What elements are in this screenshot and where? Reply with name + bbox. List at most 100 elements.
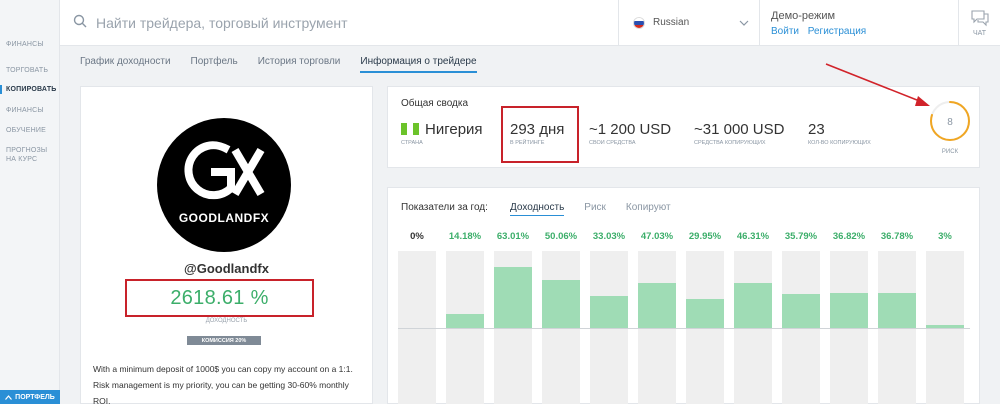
nigeria-flag-icon <box>401 122 419 135</box>
sidebar: ФИНАНСЫ ТОРГОВАТЬ КОПИРОВАТЬ ФИНАНСЫ ОБУ… <box>0 0 60 404</box>
stat-copier-funds: ~31 000 USD СРЕДСТВА КОПИРУЮЩИХ <box>694 121 784 146</box>
copiers-label: КОЛ-ВО КОПИРУЮЩИХ <box>808 140 871 146</box>
country-label: СТРАНА <box>401 140 423 146</box>
bar <box>638 282 676 328</box>
stat-copiers: 23 КОЛ-ВО КОПИРУЮЩИХ <box>808 121 871 146</box>
bar <box>878 292 916 328</box>
copier-funds-label: СРЕДСТВА КОПИРУЮЩИХ <box>694 140 766 146</box>
bar-value-label: 50.06% <box>544 231 578 242</box>
tab-risk[interactable]: Риск <box>584 202 606 216</box>
tab-profitability[interactable]: Доходность <box>510 202 565 216</box>
stat-own-funds: ~1 200 USD СВОИ СРЕДСТВА <box>589 121 671 146</box>
bar <box>542 279 580 328</box>
language-label: Russian <box>653 17 690 28</box>
login-link[interactable]: Войти <box>771 26 799 37</box>
copier-funds-value: ~31 000 USD <box>694 121 785 138</box>
search-input[interactable] <box>96 10 616 36</box>
own-funds-value: ~1 200 USD <box>589 121 672 138</box>
bar-value-label: 35.79% <box>784 231 818 242</box>
country-value: Нигерия <box>425 121 483 138</box>
profit-value: 2618.61 % <box>170 286 269 309</box>
bar <box>494 267 532 328</box>
trader-tabs: График доходности Портфель История торго… <box>80 56 477 73</box>
goodlandfx-logo-icon <box>184 141 265 200</box>
bar-value-label: 36.78% <box>880 231 914 242</box>
bar <box>830 292 868 328</box>
profit-highlight: 2618.61 % <box>125 279 314 317</box>
bar <box>446 314 484 328</box>
sidebar-item-forecasts[interactable]: ПРОГНОЗЫ НА КУРС <box>0 146 50 164</box>
bar-column: 3% <box>926 231 964 404</box>
tab-profit-chart[interactable]: График доходности <box>80 56 171 73</box>
bar-column: 47.03% <box>638 231 676 404</box>
monthly-profit-chart: 0% 14.18% 63.01% 50.06% 33.03% 47.03% 29.95% 46… <box>398 231 970 404</box>
trader-username: @Goodlandfx <box>184 261 269 276</box>
bar-column: 36.82% <box>830 231 868 404</box>
bar-value-label: 63.01% <box>496 231 530 242</box>
trader-avatar: GOODLANDFX <box>157 118 291 252</box>
risk-value: 8 <box>947 117 953 128</box>
portfolio-button[interactable]: ПОРТФЕЛЬ <box>0 390 60 404</box>
bar-column: 63.01% <box>494 231 532 404</box>
sidebar-item-finance-2[interactable]: ФИНАНСЫ <box>0 106 60 115</box>
header: Russian Демо-режим Войти Регистрация ЧАТ <box>60 0 1000 46</box>
own-funds-label: СВОИ СРЕДСТВА <box>589 140 636 146</box>
zero-line <box>398 328 970 329</box>
chevron-up-icon <box>5 394 13 400</box>
bar-column: 33.03% <box>590 231 628 404</box>
yearly-indicators-card: Показатели за год: Доходность Риск Копир… <box>387 187 980 404</box>
demo-mode: Демо-режим Войти Регистрация <box>771 10 872 37</box>
bar-value-label: 46.31% <box>736 231 770 242</box>
sidebar-item-education[interactable]: ОБУЧЕНИЕ <box>0 126 60 135</box>
rating-highlight <box>501 106 579 163</box>
risk-gauge: 8 <box>930 101 970 141</box>
register-link[interactable]: Регистрация <box>808 26 866 37</box>
bar-value-label: 47.03% <box>640 231 674 242</box>
chat-button[interactable]: ЧАТ <box>958 0 1000 46</box>
risk-label: РИСК <box>941 149 959 155</box>
bar <box>590 296 628 328</box>
bar <box>782 293 820 328</box>
bar-value-label: 0% <box>410 231 424 242</box>
trader-profile-card: GOODLANDFX @Goodlandfx 2618.61 % ДОХОДНО… <box>80 86 373 404</box>
demo-mode-title: Демо-режим <box>771 10 836 22</box>
sidebar-item-trade[interactable]: ТОРГОВАТЬ <box>0 66 60 75</box>
bar-value-label: 3% <box>938 231 952 242</box>
tab-trade-history[interactable]: История торговли <box>258 56 341 73</box>
bar <box>686 299 724 328</box>
bar-value-label: 36.82% <box>832 231 866 242</box>
summary-title: Общая сводка <box>401 98 469 109</box>
bar-column: 50.06% <box>542 231 580 404</box>
chat-icon <box>971 10 989 27</box>
bar-column: 14.18% <box>446 231 484 404</box>
tab-trader-info[interactable]: Информация о трейдере <box>360 56 477 73</box>
sidebar-item-copy[interactable]: КОПИРОВАТЬ <box>0 85 60 94</box>
portfolio-button-label: ПОРТФЕЛЬ <box>15 393 55 401</box>
bar-column: 29.95% <box>686 231 724 404</box>
russia-flag-icon <box>633 17 645 29</box>
bar-column: 0% <box>398 231 436 404</box>
copiers-value: 23 <box>808 121 825 138</box>
commission-badge: КОМИССИЯ 20% <box>187 336 261 345</box>
summary-card: Общая сводка Нигерия СТРАНА 293 дня В РЕ… <box>387 86 980 168</box>
bar-value-label: 14.18% <box>448 231 482 242</box>
chevron-down-icon <box>739 20 749 26</box>
profit-label: ДОХОДНОСТЬ <box>205 318 248 324</box>
language-selector[interactable]: Russian <box>618 0 760 46</box>
bar <box>734 283 772 328</box>
risk-indicator: 8 РИСК <box>928 99 972 155</box>
trader-description: With a minimum deposit of 1000$ you can … <box>93 364 353 404</box>
indicators-title: Показатели за год: <box>401 202 488 213</box>
logo-text: GOODLANDFX <box>178 211 270 225</box>
chat-label: ЧАТ <box>972 30 987 37</box>
search-icon <box>73 14 87 28</box>
stat-country: Нигерия СТРАНА <box>401 121 483 146</box>
bar-value-label: 29.95% <box>688 231 722 242</box>
tab-portfolio[interactable]: Портфель <box>191 56 238 73</box>
sidebar-item-finance[interactable]: ФИНАНСЫ <box>0 40 60 49</box>
bar-column: 35.79% <box>782 231 820 404</box>
tab-copying[interactable]: Копируют <box>626 202 671 216</box>
bar-column: 36.78% <box>878 231 916 404</box>
bar-value-label: 33.03% <box>592 231 626 242</box>
bar-column: 46.31% <box>734 231 772 404</box>
